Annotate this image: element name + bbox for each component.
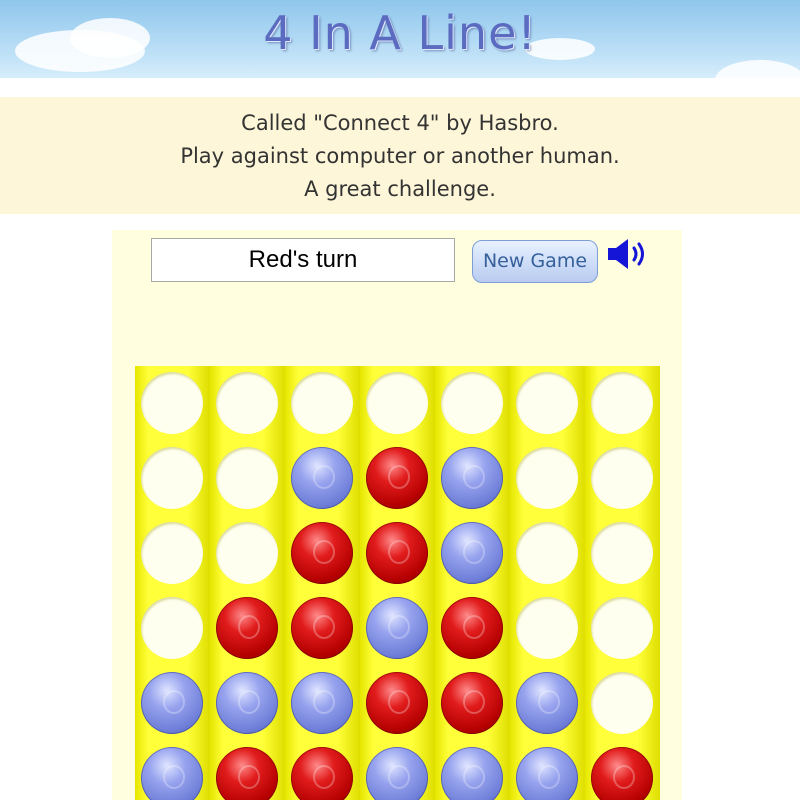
- cloud-decoration: [715, 60, 800, 78]
- board-column-1[interactable]: [135, 366, 210, 800]
- intro-text-line: A great challenge.: [304, 177, 496, 201]
- intro-panel: Called "Connect 4" by Hasbro. Play again…: [0, 97, 800, 214]
- red-piece: [216, 747, 278, 800]
- red-piece: [291, 597, 353, 659]
- red-piece: [366, 447, 428, 509]
- empty-slot: [141, 447, 203, 509]
- empty-slot: [141, 372, 203, 434]
- empty-slot: [591, 372, 653, 434]
- blue-piece: [441, 447, 503, 509]
- blue-piece: [216, 672, 278, 734]
- empty-slot: [216, 372, 278, 434]
- blue-piece: [291, 447, 353, 509]
- board-column-3[interactable]: [285, 366, 360, 800]
- empty-slot: [591, 672, 653, 734]
- blue-piece: [141, 747, 203, 800]
- blue-piece: [441, 747, 503, 800]
- intro-text-line: Called "Connect 4" by Hasbro.: [241, 111, 559, 135]
- spacer: [0, 78, 800, 97]
- empty-slot: [516, 372, 578, 434]
- red-piece: [291, 747, 353, 800]
- header-banner: 4 In A Line!: [0, 0, 800, 78]
- board-column-6[interactable]: [510, 366, 585, 800]
- red-piece: [366, 522, 428, 584]
- red-piece: [291, 522, 353, 584]
- game-board: [135, 366, 660, 800]
- red-piece: [441, 597, 503, 659]
- board-column-5[interactable]: [435, 366, 510, 800]
- empty-slot: [291, 372, 353, 434]
- blue-piece: [366, 747, 428, 800]
- board-column-4[interactable]: [360, 366, 435, 800]
- red-piece: [216, 597, 278, 659]
- speaker-icon[interactable]: [607, 238, 649, 270]
- empty-slot: [441, 372, 503, 434]
- new-game-button[interactable]: New Game: [472, 240, 598, 283]
- empty-slot: [141, 522, 203, 584]
- red-piece: [591, 747, 653, 800]
- empty-slot: [141, 597, 203, 659]
- empty-slot: [516, 522, 578, 584]
- turn-status: Red's turn: [151, 238, 455, 282]
- blue-piece: [291, 672, 353, 734]
- board-column-7[interactable]: [585, 366, 660, 800]
- red-piece: [441, 672, 503, 734]
- empty-slot: [216, 447, 278, 509]
- empty-slot: [366, 372, 428, 434]
- empty-slot: [591, 597, 653, 659]
- blue-piece: [516, 672, 578, 734]
- empty-slot: [516, 447, 578, 509]
- blue-piece: [441, 522, 503, 584]
- red-piece: [366, 672, 428, 734]
- intro-text-line: Play against computer or another human.: [180, 144, 620, 168]
- game-panel: Red's turn New Game: [112, 230, 682, 800]
- site-title: 4 In A Line!: [263, 6, 537, 60]
- empty-slot: [591, 522, 653, 584]
- blue-piece: [141, 672, 203, 734]
- empty-slot: [591, 447, 653, 509]
- empty-slot: [516, 597, 578, 659]
- board-column-2[interactable]: [210, 366, 285, 800]
- blue-piece: [516, 747, 578, 800]
- empty-slot: [216, 522, 278, 584]
- blue-piece: [366, 597, 428, 659]
